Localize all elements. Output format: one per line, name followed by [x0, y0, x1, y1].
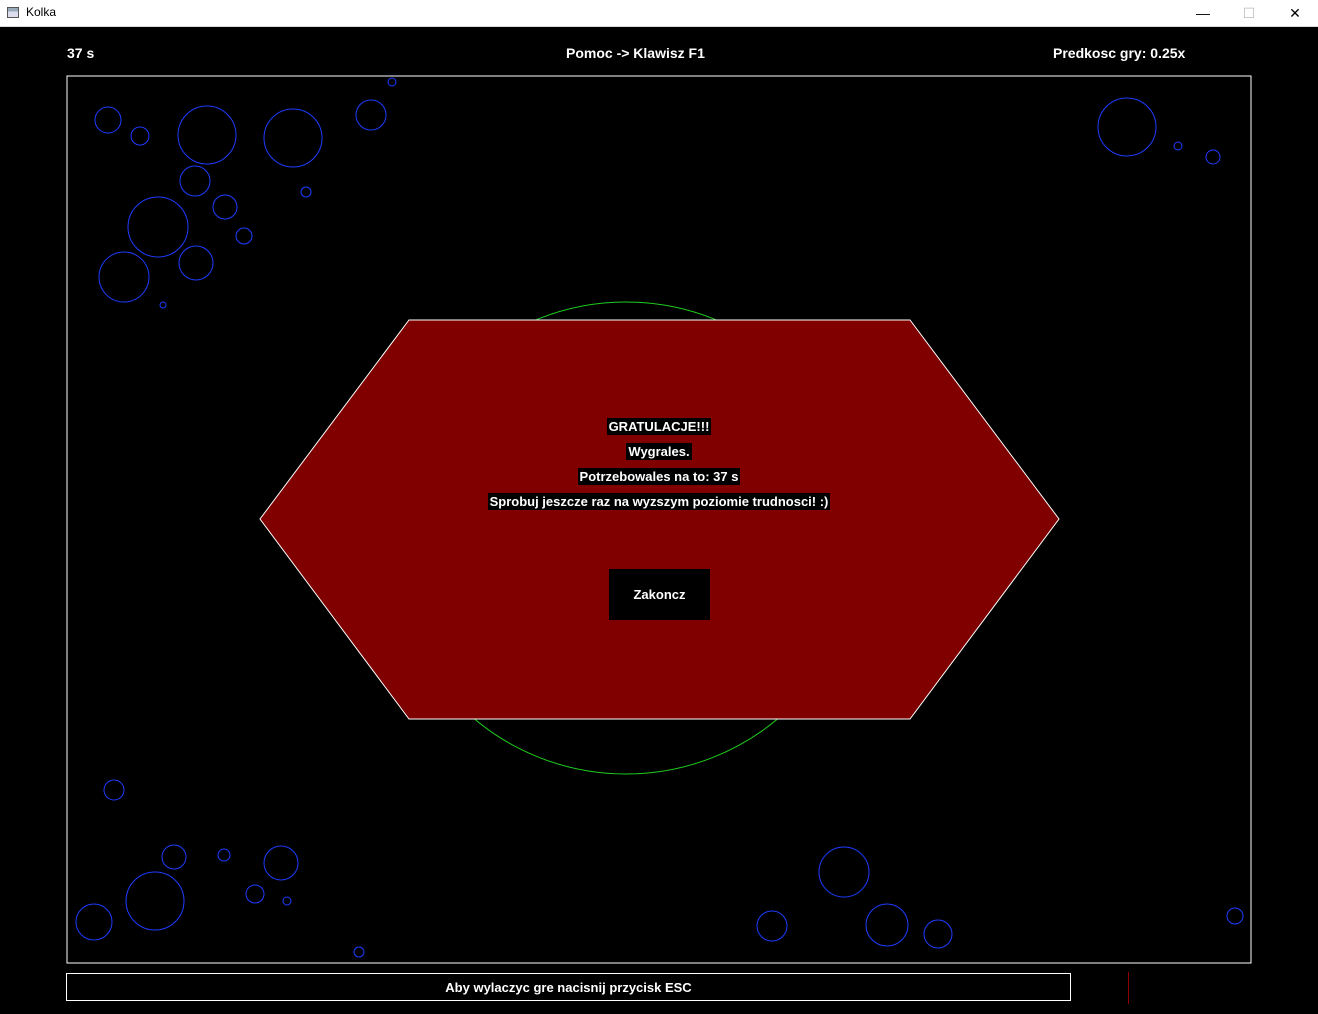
circle [1205, 149, 1221, 165]
try-again-text: Sprobuj jeszcze raz na wyzszym poziomie … [487, 493, 831, 510]
circle [103, 779, 125, 801]
circle [756, 910, 788, 942]
congratulations-text: GRATULACJE!!! [606, 418, 712, 435]
circle [353, 946, 365, 958]
circle [263, 108, 323, 168]
circle [125, 871, 185, 931]
circle [212, 194, 238, 220]
circle [387, 77, 397, 87]
try-again-line: Sprobuj jeszcze raz na wyzszym poziomie … [0, 493, 1318, 510]
circle [923, 919, 953, 949]
circle [282, 896, 292, 906]
circle [300, 186, 312, 198]
circle [75, 903, 113, 941]
circle [127, 196, 189, 258]
circle [130, 126, 150, 146]
win-text: Wygrales. [626, 443, 692, 460]
circle [865, 903, 909, 947]
time-needed-text: Potrzebowales na to: 37 s [577, 468, 741, 485]
circle [1226, 907, 1244, 925]
victory-dialog [259, 319, 1060, 720]
circle [178, 245, 214, 281]
red-marker [1128, 972, 1129, 1004]
time-needed-line: Potrzebowales na to: 37 s [0, 468, 1318, 485]
circle [179, 165, 211, 197]
circle [1097, 97, 1157, 157]
circle [355, 99, 387, 131]
exit-hint-text: Aby wylaczyc gre nacisnij przycisk ESC [445, 979, 692, 995]
finish-button[interactable]: Zakoncz [609, 569, 710, 620]
circle [818, 846, 870, 898]
circle [1173, 141, 1183, 151]
circle [159, 301, 167, 309]
circle [98, 251, 150, 303]
circle [245, 884, 265, 904]
exit-hint-bar: Aby wylaczyc gre nacisnij przycisk ESC [66, 973, 1071, 1001]
congratulations-line: GRATULACJE!!! [0, 418, 1318, 435]
circle [94, 106, 122, 134]
circle [235, 227, 253, 245]
circle [161, 844, 187, 870]
circle [217, 848, 231, 862]
circle [263, 845, 299, 881]
win-line: Wygrales. [0, 443, 1318, 460]
circle [177, 105, 237, 165]
